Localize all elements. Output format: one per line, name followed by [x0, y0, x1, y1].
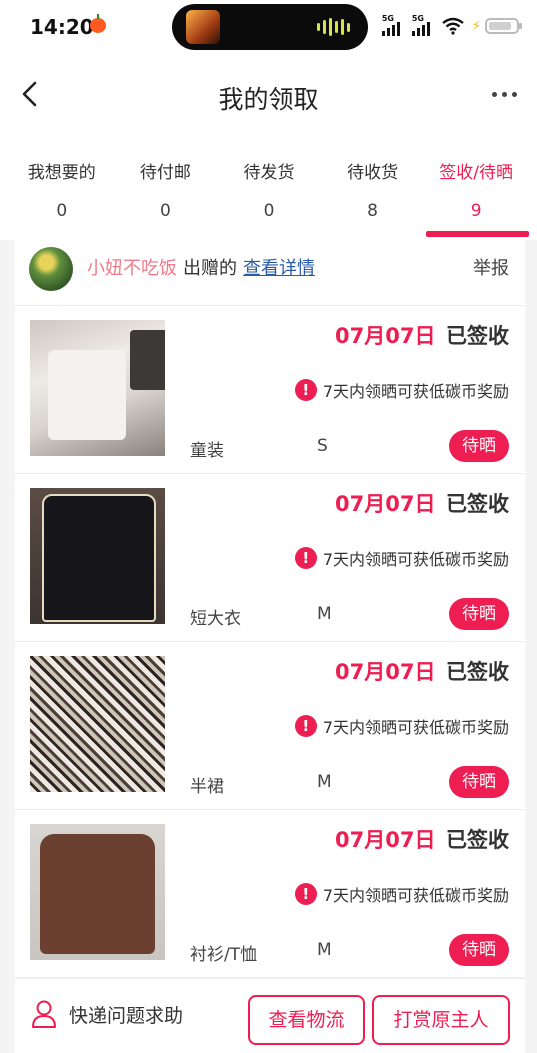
donor-info: 小妞不吃饭 出赠的 查看详情 [87, 254, 315, 280]
item-size: S [317, 436, 328, 456]
exclamation-icon: ! [294, 547, 317, 569]
person-icon [32, 1000, 56, 1028]
tab-count: 0 [263, 201, 275, 221]
tab-label: 待收货 [347, 163, 399, 183]
donation-card: 小妞不吃饭 出赠的 查看详情 举报 07月07日 已签收 ! 7天内领晒可获低碳币奖… [15, 240, 525, 978]
donor-action: 出赠的 [183, 258, 237, 279]
item-date: 07月07日 [335, 660, 436, 684]
item-status: 已签收 [446, 660, 509, 684]
item-photo[interactable] [30, 824, 165, 960]
tab-count: 0 [159, 201, 171, 221]
pumpkin-icon [90, 14, 106, 33]
item-category: 半裙 [190, 777, 224, 797]
tab-pending-postage[interactable]: 待付邮 0 [114, 150, 218, 240]
list-item[interactable]: 07月07日 已签收 ! 7天内领晒可获低碳币奖励 短大衣 M 待晒 [15, 474, 525, 642]
item-status: 已签收 [446, 324, 509, 348]
page-title: 我的领取 [218, 85, 319, 114]
list-item[interactable]: 07月07日 已签收 ! 7天内领晒可获低碳币奖励 半裙 M 待晒 [15, 642, 525, 810]
item-size: M [317, 772, 332, 792]
charging-bolt-icon: ⚡ [471, 18, 481, 34]
item-category: 短大衣 [190, 609, 241, 629]
exclamation-icon: ! [294, 715, 317, 737]
notice-text: 7天内领晒可获低碳币奖励 [322, 550, 509, 569]
audio-wave-icon [317, 18, 350, 36]
tab-count: 8 [367, 201, 378, 221]
item-status: 已签收 [446, 828, 509, 852]
delivery-help-button[interactable]: 快递问题求助 [31, 999, 183, 1029]
item-photo[interactable] [30, 488, 165, 624]
more-dots-icon[interactable] [492, 92, 517, 97]
tip-owner-button[interactable]: 打赏原主人 [372, 995, 510, 1045]
active-tab-indicator [426, 231, 529, 237]
tab-label: 待发货 [243, 163, 295, 183]
help-label: 快递问题求助 [69, 1004, 184, 1027]
reward-notice: ! 7天内领晒可获低碳币奖励 [294, 378, 509, 402]
share-button[interactable]: 待晒 [449, 934, 509, 966]
list-item[interactable]: 07月07日 已签收 ! 7天内领晒可获低碳币奖励 童装 S 待晒 [15, 306, 525, 474]
list-item[interactable]: 07月07日 已签收 ! 7天内领晒可获低碳币奖励 衬衫/T恤 M 待晒 [15, 810, 525, 978]
cellular-signal-icon: 5G [381, 14, 404, 36]
item-date: 07月07日 [335, 324, 436, 348]
exclamation-icon: ! [294, 883, 317, 905]
item-date: 07月07日 [335, 828, 436, 852]
tab-wanted[interactable]: 我想要的 0 [10, 150, 114, 240]
item-category: 童装 [190, 441, 224, 461]
donor-name[interactable]: 小妞不吃饭 [87, 258, 177, 279]
item-category: 衬衫/T恤 [190, 945, 258, 965]
reward-notice: ! 7天内领晒可获低碳币奖励 [294, 882, 509, 906]
avatar[interactable] [29, 247, 73, 291]
album-art-icon [186, 10, 220, 44]
tab-label: 签收/待晒 [439, 163, 514, 183]
item-status: 已签收 [446, 492, 509, 516]
tab-signed-to-share[interactable]: 签收/待晒 9 [424, 150, 528, 240]
notice-text: 7天内领晒可获低碳币奖励 [322, 718, 509, 737]
share-button[interactable]: 待晒 [449, 430, 509, 462]
status-tabs: 我想要的 0 待付邮 0 待发货 0 待收货 8 签收/待晒 9 [10, 150, 528, 240]
reward-notice: ! 7天内领晒可获低碳币奖励 [294, 546, 509, 570]
view-details-link[interactable]: 查看详情 [243, 258, 315, 279]
notice-text: 7天内领晒可获低碳币奖励 [322, 886, 509, 905]
share-button[interactable]: 待晒 [449, 598, 509, 630]
status-bar: 14:20 5G 5G ⚡ [0, 0, 537, 54]
status-icons: 5G 5G ⚡ [381, 14, 522, 36]
tab-count: 0 [56, 201, 68, 221]
wifi-icon [442, 17, 464, 35]
status-time: 14:20 [30, 15, 94, 39]
tab-pending-receipt[interactable]: 待收货 8 [321, 150, 425, 240]
item-photo[interactable] [30, 320, 165, 456]
dynamic-island [172, 4, 368, 50]
reward-notice: ! 7天内领晒可获低碳币奖励 [294, 714, 509, 738]
item-size: M [317, 940, 332, 960]
exclamation-icon: ! [294, 379, 317, 401]
item-date: 07月07日 [335, 492, 436, 516]
battery-icon [485, 18, 522, 34]
report-button[interactable]: 举报 [473, 254, 509, 280]
share-button[interactable]: 待晒 [449, 766, 509, 798]
bottom-action-bar: 快递问题求助 查看物流 打赏原主人 [15, 978, 525, 1053]
donor-row: 小妞不吃饭 出赠的 查看详情 举报 [15, 240, 525, 306]
view-logistics-button[interactable]: 查看物流 [248, 995, 365, 1045]
tab-pending-shipment[interactable]: 待发货 0 [217, 150, 321, 240]
tab-label: 我想要的 [27, 163, 96, 183]
notice-text: 7天内领晒可获低碳币奖励 [322, 382, 509, 401]
tab-label: 待付邮 [139, 163, 191, 183]
tab-count: 9 [470, 201, 482, 221]
item-photo[interactable] [30, 656, 165, 792]
item-size: M [317, 604, 332, 624]
cellular-signal-icon: 5G [411, 14, 434, 36]
